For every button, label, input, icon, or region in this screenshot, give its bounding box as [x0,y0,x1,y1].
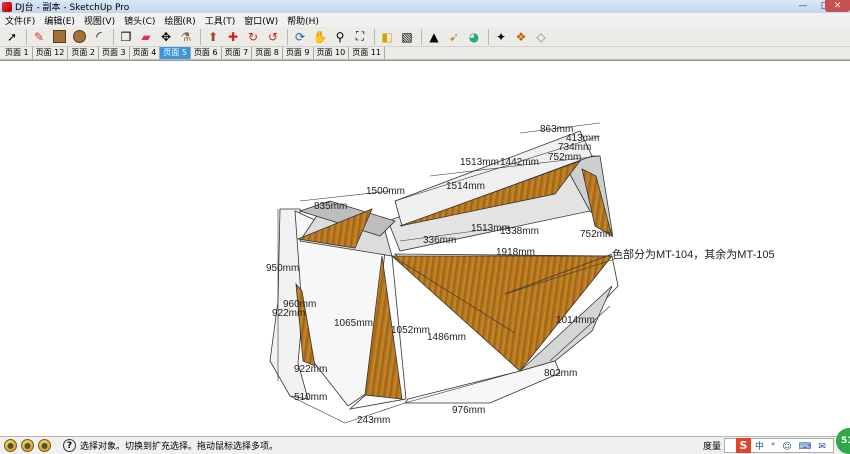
dimension-label: 1052mm [391,325,430,336]
move-icon[interactable]: ✚ [224,28,242,46]
toolbar-separator [488,28,489,45]
dimension-label: 802mm [544,368,577,379]
status-bar: ● ● ● ? 选择对象。切换到扩充选择。拖动鼠标选择多项。 度量 S 中 ° … [0,428,850,454]
menu-tools[interactable]: 工具(T) [202,14,242,27]
toolbar-separator [421,28,422,45]
style-builder-icon[interactable]: ◇ [532,28,550,46]
sketchup-logo-icon [2,1,12,12]
select-arrow-icon[interactable]: ➚ [3,28,21,46]
menu-help[interactable]: 帮助(H) [284,14,325,27]
tab-scene-2[interactable]: 页面 2 [68,47,100,59]
warehouse-icon[interactable]: ▲ [425,28,443,46]
notification-badge[interactable]: 51 [836,428,850,454]
dimension-label: 835mm [314,201,347,212]
follow-me-icon[interactable]: ↺ [264,28,282,46]
tape-measure-icon[interactable]: ✥ [157,28,175,46]
scene-tabs: 页面 1 页面 12 页面 2 页面 3 页面 4 页面 5 页面 6 页面 7… [0,47,850,60]
dimension-label: 752mm [580,229,613,240]
pencil-icon[interactable]: ✎ [30,28,48,46]
arc-icon[interactable]: ◜ [90,28,108,46]
menu-camera[interactable]: 镜头(C) [121,14,161,27]
main-toolbar: ➚ ✎ ◜ ❒ ▰ ✥ ⚗ ⬆ ✚ ↻ ↺ ⟳ ✋ ⚲ ⛶ ◧ ▧ ▲ ➹ ◕ … [0,27,850,47]
toolbar-separator [26,28,27,45]
toolbar-separator [287,28,288,45]
extension-warehouse-icon[interactable]: ✦ [492,28,510,46]
tab-scene-9[interactable]: 页面 9 [283,47,314,59]
credits-icon[interactable]: ● [21,439,34,452]
eraser-icon[interactable]: ▰ [137,28,155,46]
rotate-icon[interactable]: ↻ [244,28,262,46]
zoom-icon[interactable]: ⚲ [331,28,349,46]
dimension-label: 1513mm [460,157,499,168]
menu-bar: 文件(F) 编辑(E) 视图(V) 镜头(C) 绘图(R) 工具(T) 窗口(W… [0,13,850,27]
dimension-label: 510mm [294,392,327,403]
dimension-label: 243mm [357,415,390,426]
circle-icon[interactable] [70,28,88,46]
dimension-label: 752mm [548,152,581,163]
share-model-icon[interactable]: ➹ [445,28,463,46]
push-pull-icon[interactable]: ⬆ [204,28,222,46]
tab-scene-10[interactable]: 页面 10 [314,47,350,59]
window-title: DJ台 - 副本 - SketchUp Pro [15,3,130,13]
rectangle-icon[interactable] [50,28,68,46]
dimension-label: 922mm [294,364,327,375]
menu-file[interactable]: 文件(F) [2,14,41,27]
zoom-extents-icon[interactable]: ⛶ [351,28,369,46]
tab-scene-3[interactable]: 页面 3 [99,47,130,59]
close-button[interactable]: ✕ [825,0,850,12]
measurements-label: 度量 [703,442,722,452]
sogou-ime-icon[interactable]: S [736,438,751,453]
dimension-label: 976mm [452,405,485,416]
pan-hand-icon[interactable]: ✋ [311,28,329,46]
dimension-label: 1514mm [446,181,485,192]
geolocation-icon[interactable]: ● [4,439,17,452]
tab-scene-7[interactable]: 页面 7 [222,47,253,59]
toolbar-separator [374,28,375,45]
title-bar: DJ台 - 副本 - SketchUp Pro — □ ✕ [0,0,850,13]
dimension-label: 1918mm [496,247,535,258]
minimize-button[interactable]: — [792,0,814,12]
toolbar-separator [113,28,114,45]
menu-edit[interactable]: 编辑(E) [41,14,81,27]
material-note: 色部分为MT-104，其余为MT-105 [612,247,775,261]
user-icon[interactable]: ● [38,439,51,452]
dimension-label: 922mm [272,308,305,319]
layout-icon[interactable]: ❖ [512,28,530,46]
model-canvas: 863mm 413mm 734mm 752mm 1442mm 1513mm 15… [266,122,775,426]
dimension-label: 1442mm [500,157,539,168]
dimension-label: 1014mm [556,315,595,326]
dimension-label: 1065mm [334,318,373,329]
dimension-label: 1500mm [366,186,405,197]
make-component-icon[interactable]: ❒ [117,28,135,46]
dimension-label: 336mm [423,235,456,246]
dimension-label: 1486mm [427,332,466,343]
sketchup-window: DJ台 - 副本 - SketchUp Pro — □ ✕ 文件(F) 编辑(E… [0,0,850,454]
tab-scene-12[interactable]: 页面 12 [33,47,69,59]
orbit-icon[interactable]: ⟳ [291,28,309,46]
tab-scene-6[interactable]: 页面 6 [191,47,222,59]
menu-window[interactable]: 窗口(W) [241,14,284,27]
next-view-icon[interactable]: ▧ [398,28,416,46]
tab-scene-8[interactable]: 页面 8 [252,47,283,59]
previous-view-icon[interactable]: ◧ [378,28,396,46]
help-icon[interactable]: ? [63,439,76,452]
paint-bucket-icon[interactable]: ⚗ [177,28,195,46]
tab-scene-5[interactable]: 页面 5 [160,47,191,59]
toolbar-separator [200,28,201,45]
tab-scene-11[interactable]: 页面 11 [349,47,385,59]
tab-scene-1[interactable]: 页面 1 [2,47,33,59]
menu-view[interactable]: 视图(V) [81,14,121,27]
dimension-label: 1338mm [500,226,539,237]
drawing-viewport[interactable]: 863mm 413mm 734mm 752mm 1442mm 1513mm 15… [0,60,850,436]
dimension-label: 950mm [266,263,299,274]
ime-status-icons[interactable]: 中 ° ☺ ⌨ ✉ [755,439,828,452]
google-earth-icon[interactable]: ◕ [465,28,483,46]
status-message: 选择对象。切换到扩充选择。拖动鼠标选择多项。 [80,442,279,452]
menu-draw[interactable]: 绘图(R) [161,14,201,27]
tab-scene-4[interactable]: 页面 4 [130,47,161,59]
